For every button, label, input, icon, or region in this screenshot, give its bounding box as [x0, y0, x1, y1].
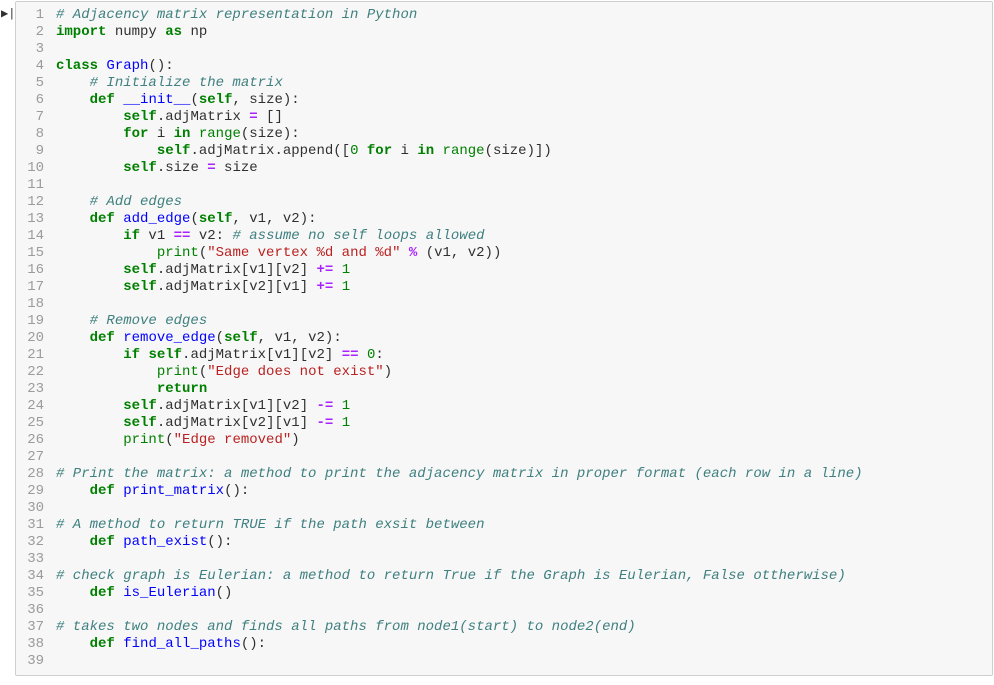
code-line[interactable]: # Print the matrix: a method to print th…	[56, 466, 984, 483]
code-cell[interactable]: 1234567891011121314151617181920212223242…	[15, 1, 993, 676]
line-number: 7	[16, 109, 44, 126]
code-line[interactable]: self.adjMatrix = []	[56, 109, 984, 126]
code-line[interactable]: print("Same vertex %d and %d" % (v1, v2)…	[56, 245, 984, 262]
line-number: 36	[16, 602, 44, 619]
line-number: 16	[16, 262, 44, 279]
code-line[interactable]: self.adjMatrix.append([0 for i in range(…	[56, 143, 984, 160]
line-number: 4	[16, 58, 44, 75]
line-number: 8	[16, 126, 44, 143]
code-line[interactable]: def remove_edge(self, v1, v2):	[56, 330, 984, 347]
line-number: 14	[16, 228, 44, 245]
line-number: 37	[16, 619, 44, 636]
line-number: 38	[16, 636, 44, 653]
code-line[interactable]: self.adjMatrix[v2][v1] -= 1	[56, 415, 984, 432]
line-number: 17	[16, 279, 44, 296]
line-number: 22	[16, 364, 44, 381]
line-number: 32	[16, 534, 44, 551]
line-number: 24	[16, 398, 44, 415]
line-number: 35	[16, 585, 44, 602]
code-line[interactable]: def path_exist():	[56, 534, 984, 551]
code-line[interactable]: import numpy as np	[56, 24, 984, 41]
code-line[interactable]	[56, 653, 984, 670]
line-number: 29	[16, 483, 44, 500]
code-line[interactable]: # A method to return TRUE if the path ex…	[56, 517, 984, 534]
code-line[interactable]	[56, 177, 984, 194]
code-line[interactable]: # check graph is Eulerian: a method to r…	[56, 568, 984, 585]
line-number: 34	[16, 568, 44, 585]
code-line[interactable]	[56, 602, 984, 619]
line-number: 18	[16, 296, 44, 313]
code-line[interactable]: return	[56, 381, 984, 398]
code-line[interactable]: print("Edge does not exist")	[56, 364, 984, 381]
code-editor[interactable]: # Adjacency matrix representation in Pyt…	[52, 2, 992, 675]
code-line[interactable]: for i in range(size):	[56, 126, 984, 143]
code-line[interactable]: self.adjMatrix[v1][v2] += 1	[56, 262, 984, 279]
line-number: 9	[16, 143, 44, 160]
code-line[interactable]: # Initialize the matrix	[56, 75, 984, 92]
line-number: 31	[16, 517, 44, 534]
line-number: 13	[16, 211, 44, 228]
code-line[interactable]	[56, 500, 984, 517]
line-number: 15	[16, 245, 44, 262]
line-number-gutter: 1234567891011121314151617181920212223242…	[16, 2, 52, 675]
cell-run-prompt[interactable]: ▶|	[1, 1, 15, 21]
line-number: 10	[16, 160, 44, 177]
line-number: 28	[16, 466, 44, 483]
code-line[interactable]: self.adjMatrix[v2][v1] += 1	[56, 279, 984, 296]
line-number: 19	[16, 313, 44, 330]
code-line[interactable]: # takes two nodes and finds all paths fr…	[56, 619, 984, 636]
line-number: 26	[16, 432, 44, 449]
line-number: 30	[16, 500, 44, 517]
line-number: 3	[16, 41, 44, 58]
line-number: 21	[16, 347, 44, 364]
code-line[interactable]: def add_edge(self, v1, v2):	[56, 211, 984, 228]
code-line[interactable]	[56, 296, 984, 313]
code-line[interactable]: def find_all_paths():	[56, 636, 984, 653]
code-line[interactable]: # Adjacency matrix representation in Pyt…	[56, 7, 984, 24]
line-number: 25	[16, 415, 44, 432]
line-number: 1	[16, 7, 44, 24]
code-line[interactable]	[56, 449, 984, 466]
line-number: 33	[16, 551, 44, 568]
notebook-wrapper: ▶| 1234567891011121314151617181920212223…	[0, 0, 994, 677]
line-number: 5	[16, 75, 44, 92]
line-number: 20	[16, 330, 44, 347]
code-line[interactable]: def __init__(self, size):	[56, 92, 984, 109]
line-number: 11	[16, 177, 44, 194]
code-line[interactable]: self.adjMatrix[v1][v2] -= 1	[56, 398, 984, 415]
code-line[interactable]: self.size = size	[56, 160, 984, 177]
line-number: 2	[16, 24, 44, 41]
code-line[interactable]: class Graph():	[56, 58, 984, 75]
code-line[interactable]: if self.adjMatrix[v1][v2] == 0:	[56, 347, 984, 364]
code-line[interactable]: if v1 == v2: # assume no self loops allo…	[56, 228, 984, 245]
code-line[interactable]: print("Edge removed")	[56, 432, 984, 449]
line-number: 23	[16, 381, 44, 398]
code-line[interactable]: def is_Eulerian()	[56, 585, 984, 602]
code-line[interactable]: # Add edges	[56, 194, 984, 211]
code-line[interactable]: # Remove edges	[56, 313, 984, 330]
line-number: 27	[16, 449, 44, 466]
code-line[interactable]	[56, 41, 984, 58]
code-line[interactable]	[56, 551, 984, 568]
line-number: 39	[16, 653, 44, 670]
line-number: 12	[16, 194, 44, 211]
code-line[interactable]: def print_matrix():	[56, 483, 984, 500]
line-number: 6	[16, 92, 44, 109]
